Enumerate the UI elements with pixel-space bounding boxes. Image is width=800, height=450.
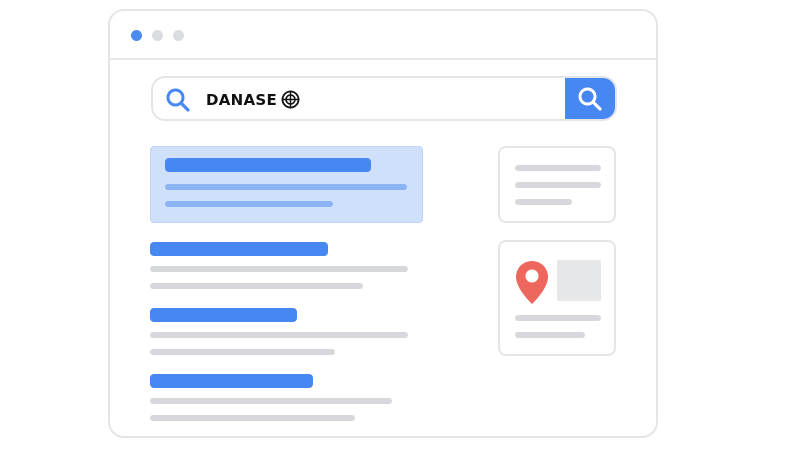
- search-icon: [165, 87, 191, 113]
- result-snippet-line: [150, 398, 392, 404]
- search-button[interactable]: [565, 78, 615, 119]
- result-title-line[interactable]: [150, 242, 328, 256]
- search-icon: [578, 87, 602, 111]
- featured-text-line: [165, 184, 407, 190]
- search-query-text[interactable]: DANASE: [206, 91, 277, 109]
- result-snippet-line: [150, 266, 408, 272]
- window-titlebar: [110, 11, 656, 60]
- result-snippet-line: [150, 415, 355, 421]
- result-snippet-line: [150, 332, 408, 338]
- map-card-line: [515, 332, 585, 338]
- map-pin-icon: [514, 259, 550, 311]
- result-snippet-line: [150, 349, 335, 355]
- info-card-line: [515, 182, 601, 188]
- window-close-dot[interactable]: [131, 30, 142, 41]
- result-title-line[interactable]: [150, 308, 297, 322]
- window-maximize-dot[interactable]: [173, 30, 184, 41]
- window-minimize-dot[interactable]: [152, 30, 163, 41]
- search-bar[interactable]: DANASE: [151, 76, 617, 121]
- result-title-line[interactable]: [150, 374, 313, 388]
- map-thumbnail: [557, 260, 601, 301]
- map-card-line: [515, 315, 601, 321]
- result-snippet-line: [150, 283, 363, 289]
- featured-text-line: [165, 201, 333, 207]
- featured-title-line[interactable]: [165, 158, 371, 172]
- info-card-line: [515, 165, 601, 171]
- crosshair-target-icon: [281, 90, 300, 109]
- info-card-line: [515, 199, 572, 205]
